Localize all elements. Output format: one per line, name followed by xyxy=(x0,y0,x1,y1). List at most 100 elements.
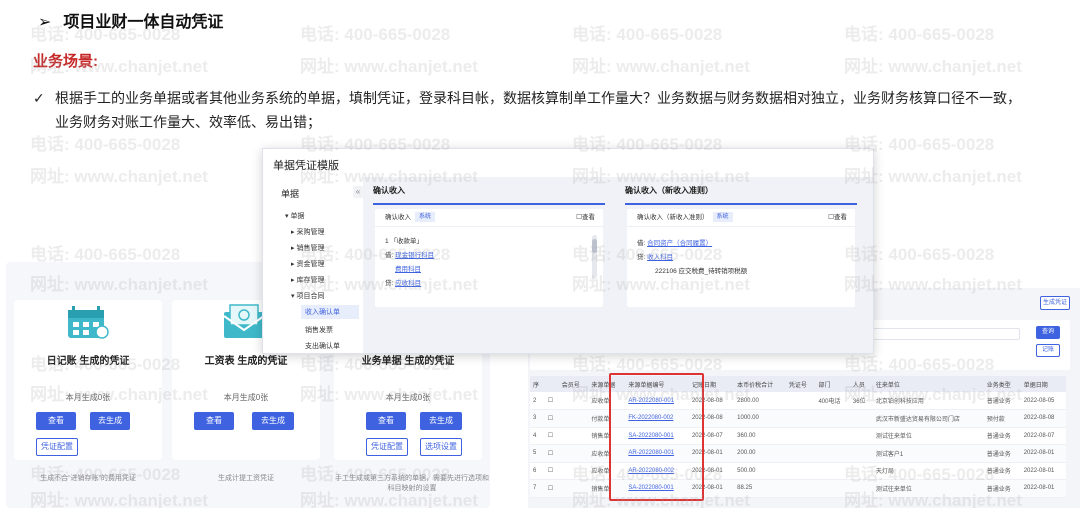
business-scene-label: 业务场景: xyxy=(33,53,98,70)
tree-item-sales-invoice[interactable]: 销售发票 xyxy=(305,325,333,335)
col-header[interactable]: 往来单位 xyxy=(872,376,984,392)
revenue-account-link[interactable]: 收入科目 xyxy=(647,254,673,261)
table-cell: 1000.00 xyxy=(734,409,786,428)
col-header[interactable]: 凭证号 xyxy=(785,376,816,392)
entry-credit: 贷: 应收科目 xyxy=(385,277,421,287)
receivable-account-link[interactable]: 应收科目 xyxy=(395,280,421,287)
voucher-template-card: 确认收入（新收入准则） 系统 ☐查看 借: 合同资产（合同履置） 贷: 收入科目 … xyxy=(627,209,855,307)
col-header[interactable]: 本币价税合计 xyxy=(734,376,786,392)
expense-account-link[interactable]: 费用科目 xyxy=(395,266,421,273)
doc-tree-sidebar: 单据 ▾ 单据 ▸ 采购管理 ▸ 销售管理 ▸ 资金管理 ▸ 库存管理 ▾ 项目… xyxy=(263,177,359,355)
table-cell: 2022-08-07 xyxy=(1020,427,1066,445)
table-cell xyxy=(558,444,589,463)
table-cell xyxy=(815,444,850,463)
entry-expense: 费用科目 xyxy=(395,263,421,273)
row-checkbox[interactable]: ☐ xyxy=(544,462,559,480)
scrollbar[interactable] xyxy=(592,235,597,279)
table-cell xyxy=(815,409,850,428)
view-template-button[interactable]: ☐查看 xyxy=(576,209,595,227)
watermark-phone: 电话: 400-665-0028 xyxy=(572,25,723,44)
card-count: 本月生成0张 xyxy=(223,393,269,402)
tree-item-project-contract[interactable]: ▾ 项目合同 xyxy=(291,291,324,301)
table-cell xyxy=(558,409,589,428)
generate-button[interactable]: 去生成 xyxy=(90,412,130,430)
table-cell: 2 xyxy=(530,392,545,410)
entry-debit: 借: 合同资产（合同履置） xyxy=(637,237,712,247)
entry-source: 1 「收款单」 xyxy=(385,238,423,245)
col-header[interactable]: 会员号 xyxy=(558,376,589,392)
table-cell: 2022-08-01 xyxy=(1020,444,1066,463)
row-checkbox[interactable]: ☐ xyxy=(544,444,559,463)
contract-asset-link[interactable]: 合同资产（合同履置） xyxy=(647,240,712,247)
table-cell: 测试客户1 xyxy=(872,444,984,463)
cash-bank-account-link[interactable]: 现金银行科目 xyxy=(395,252,434,259)
table-cell xyxy=(785,444,816,463)
option-settings-button[interactable]: 选项设置 xyxy=(420,438,462,456)
col-header[interactable]: 序 xyxy=(530,376,545,392)
view-button[interactable]: 查看 xyxy=(366,412,406,430)
table-cell xyxy=(558,392,589,410)
tree-item-expense-confirm[interactable]: 支出确认单 xyxy=(305,341,340,351)
table-cell xyxy=(785,427,816,445)
card-count: 本月生成0张 xyxy=(385,393,431,402)
template-name: 确认收入 xyxy=(385,214,411,221)
credit-label: 贷: xyxy=(385,280,396,287)
entry-tax: 222106 应交税费_待转销项税额 xyxy=(655,268,748,275)
view-template-button[interactable]: ☐查看 xyxy=(828,209,847,227)
table-cell: 500.00 xyxy=(734,462,786,480)
tree-item-documents[interactable]: ▾ 单据 xyxy=(285,211,304,221)
voucher-config-button[interactable]: 凭证配置 xyxy=(36,438,78,456)
card-note: 手工生成或第三方系统的单据，需要先进行选项和科目映射的设置 xyxy=(335,475,489,492)
table-cell xyxy=(849,409,873,428)
post-button[interactable]: 记账 xyxy=(1036,344,1060,357)
generate-voucher-button[interactable]: 生成凭证 xyxy=(1040,296,1070,310)
col-header[interactable]: 单据日期 xyxy=(1020,376,1066,392)
col-header[interactable]: 人员 xyxy=(849,376,873,392)
row-checkbox[interactable]: ☐ xyxy=(544,392,559,410)
watermark-phone: 电话: 400-665-0028 xyxy=(300,25,451,44)
view-button[interactable]: 查看 xyxy=(36,412,76,430)
table-cell: 360.00 xyxy=(734,427,786,445)
table-cell: 2022-08-01 xyxy=(1020,462,1066,480)
row-checkbox[interactable]: ☐ xyxy=(544,409,559,428)
col-header[interactable]: 部门 xyxy=(815,376,850,392)
row-checkbox[interactable]: ☐ xyxy=(544,479,559,498)
template-name: 确认收入（新收入准则） xyxy=(637,214,709,221)
table-cell: 普通业务 xyxy=(983,479,1021,498)
table-cell xyxy=(849,462,873,480)
source-doc-highlight-box xyxy=(609,373,704,501)
view-button[interactable]: 查看 xyxy=(194,412,234,430)
calendar-icon xyxy=(68,306,109,339)
filter-input[interactable] xyxy=(870,328,1020,340)
voucher-template-card: 确认收入 系统 ☐查看 1 「收款单」 借: 现金银行科目 费用科目 贷: 应收科… xyxy=(375,209,603,307)
table-cell xyxy=(849,479,873,498)
col-header[interactable] xyxy=(544,376,559,392)
scene-bullet: ✓ 根据手工的业务单据或者其他业务系统的单据，填制凭证，登录科目帐，数据核算制单… xyxy=(33,86,1053,134)
tree-item-inventory[interactable]: ▸ 库存管理 xyxy=(291,275,324,285)
watermark-url: 网址: www.chanjet.net xyxy=(300,57,478,76)
col-header[interactable]: 业务类型 xyxy=(983,376,1021,392)
watermark-phone: 电话: 400-665-0028 xyxy=(844,25,995,44)
tree-item-purchase[interactable]: ▸ 采购管理 xyxy=(291,227,324,237)
table-cell xyxy=(558,479,589,498)
generate-button[interactable]: 去生成 xyxy=(252,412,294,430)
tree-item-revenue-confirm[interactable]: 收入确认单 xyxy=(301,305,359,319)
table-cell: 普通业务 xyxy=(983,392,1021,410)
table-cell: 北京铂创科技应用 xyxy=(872,392,984,410)
row-checkbox[interactable]: ☐ xyxy=(544,427,559,445)
table-cell: 2022-08-01 xyxy=(1020,479,1066,498)
table-cell: 测试往来单位 xyxy=(872,479,984,498)
table-cell: 2800.00 xyxy=(734,392,786,410)
table-cell: 200.00 xyxy=(734,444,786,463)
tree-item-funds[interactable]: ▸ 资金管理 xyxy=(291,259,324,269)
voucher-config-button[interactable]: 凭证配置 xyxy=(366,438,408,456)
tree-item-sales[interactable]: ▸ 销售管理 xyxy=(291,243,324,253)
table-cell xyxy=(849,444,873,463)
scrollbar-thumb[interactable] xyxy=(592,239,597,253)
table-cell xyxy=(785,392,816,410)
search-button[interactable]: 查询 xyxy=(1036,326,1060,339)
credit-label: 贷: xyxy=(637,254,648,261)
pane-underline xyxy=(625,203,857,205)
generate-button[interactable]: 去生成 xyxy=(420,412,462,430)
collapse-sidebar-icon[interactable]: « xyxy=(353,186,363,198)
